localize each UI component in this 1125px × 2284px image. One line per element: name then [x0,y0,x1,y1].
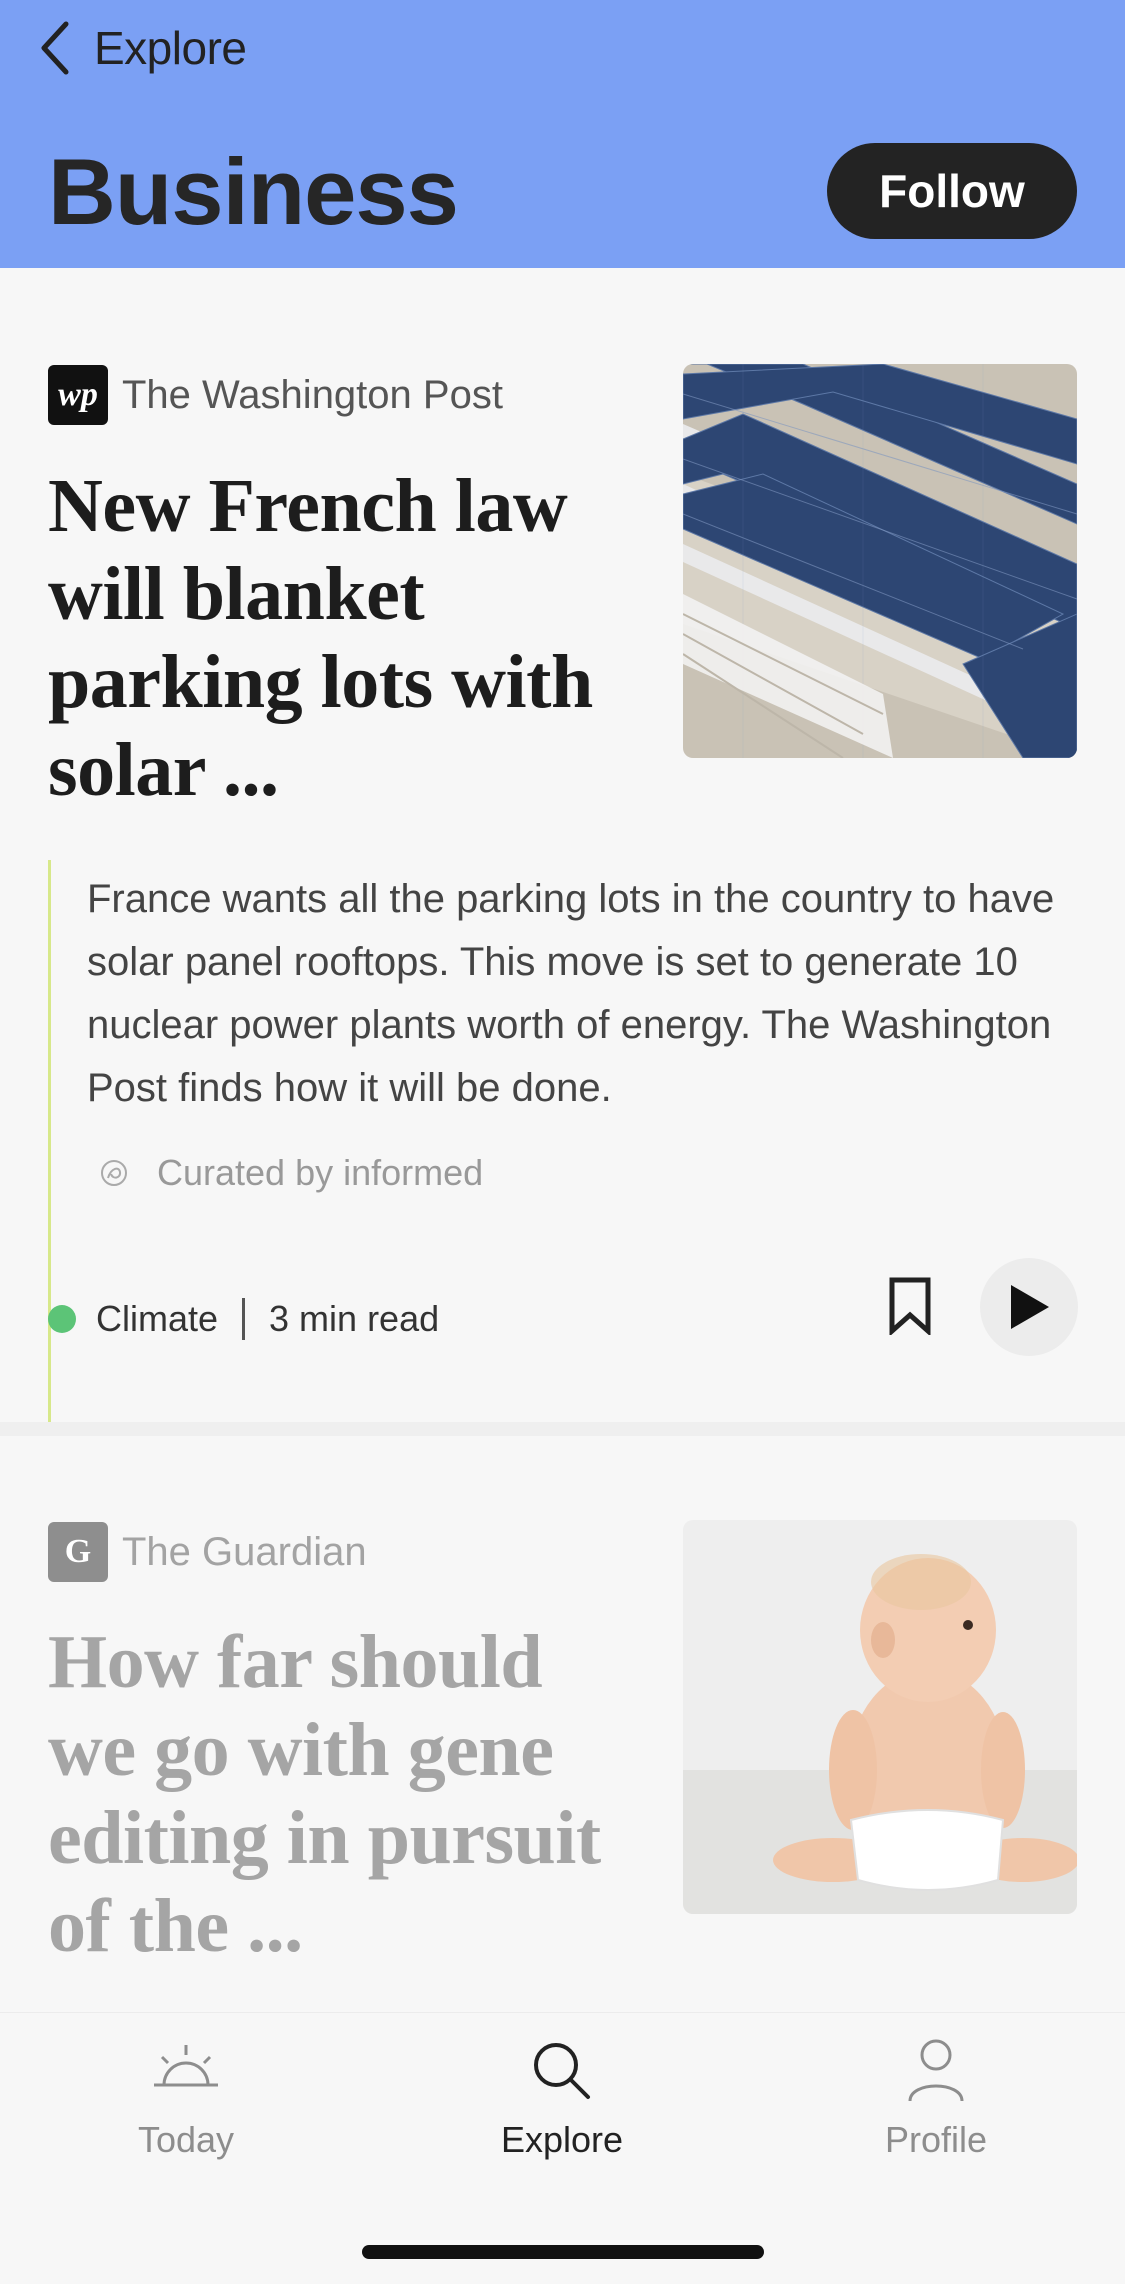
tab-label: Explore [500,2119,624,2160]
back-button[interactable]: Explore [38,18,247,78]
home-indicator[interactable] [362,2245,764,2259]
meta-separator [242,1298,246,1340]
chevron-left-icon [41,21,69,75]
article-card[interactable]: wp The Washington Post New French law wi… [0,268,1125,1488]
bookmark-icon[interactable] [888,1277,932,1335]
tab-label: Profile [884,2119,988,2160]
play-icon [1011,1285,1049,1329]
source-name: The Washington Post [122,372,503,417]
informed-logo-icon [101,1160,127,1186]
article-headline[interactable]: New French law will blanket parking lots… [48,462,638,814]
tab-profile[interactable]: Profile [816,2035,1056,2161]
curated-label: Curated by informed [97,1152,483,1194]
back-label: Explore [94,22,247,74]
solar-panels-parking-lot-image[interactable] [683,364,1077,758]
curated-text: Curated by informed [157,1152,484,1193]
search-icon [534,2043,590,2099]
source-name: The Guardian [122,1529,367,1574]
tab-today[interactable]: Today [66,2035,306,2161]
tab-label: Today [137,2119,235,2160]
sunrise-icon [154,2045,218,2087]
article-headline[interactable]: How far should we go with gene editing i… [48,1618,638,1970]
topic-label[interactable]: Climate [96,1298,218,1340]
follow-button[interactable]: Follow [827,143,1077,239]
article-summary: France wants all the parking lots in the… [48,860,1078,1488]
play-button[interactable] [980,1258,1078,1356]
article-source: G The Guardian [48,1522,367,1582]
person-icon [908,2039,964,2102]
article-source: wp The Washington Post [48,365,503,425]
article-meta: Climate 3 min read [48,1271,439,1367]
card-divider [0,1422,1125,1436]
topic-dot [48,1305,76,1333]
washington-post-logo: wp [48,365,108,425]
tab-explore[interactable]: Explore [442,2035,682,2161]
baby-sitting-image[interactable] [683,1520,1077,1914]
guardian-logo: G [48,1522,108,1582]
page-header: Explore Business Follow [0,0,1125,268]
bottom-navigation: Today Explore Profile [0,2012,1125,2284]
page-title: Business [48,139,459,244]
summary-text: France wants all the parking lots in the… [87,877,1055,1110]
article-card[interactable]: G The Guardian How far should we go with… [0,1436,1125,2012]
read-time: 3 min read [269,1298,440,1339]
